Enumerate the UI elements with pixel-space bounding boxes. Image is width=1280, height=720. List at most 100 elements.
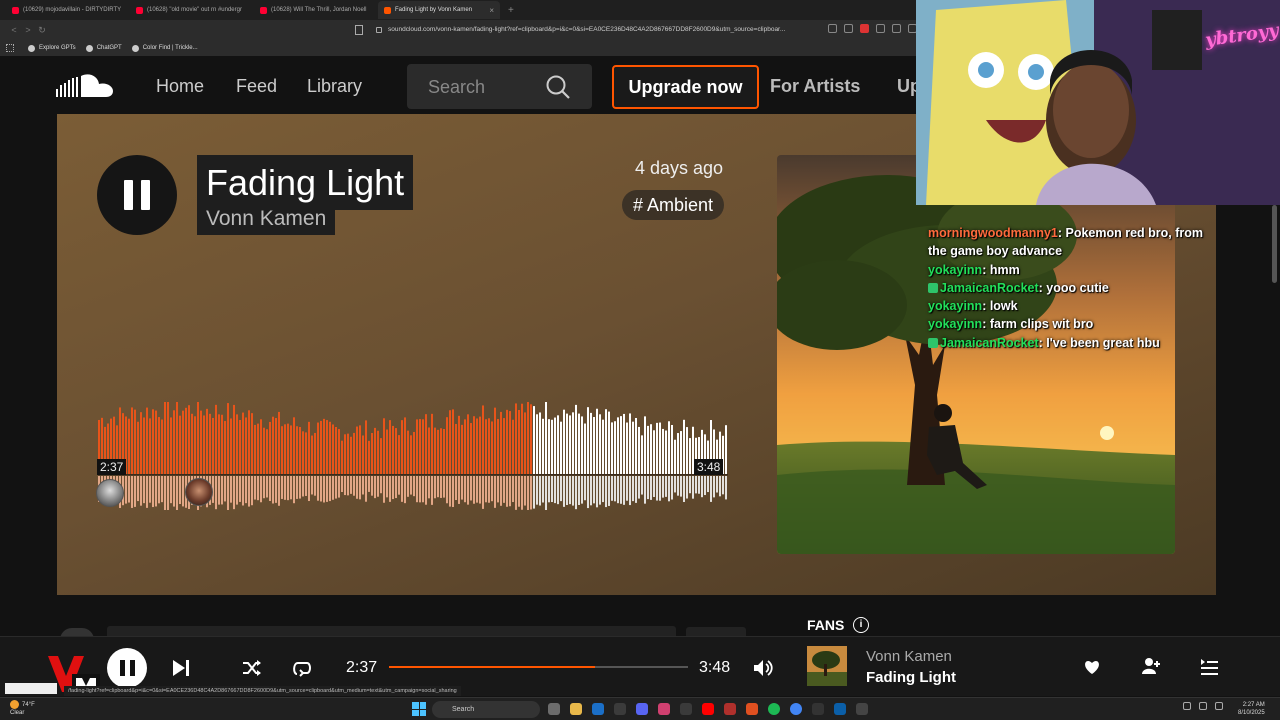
follow-icon[interactable]: [1141, 657, 1161, 675]
waveform-reflection-bar: [608, 476, 610, 506]
upgrade-button[interactable]: Upgrade now: [612, 65, 759, 109]
repeat-icon[interactable]: [291, 659, 313, 677]
player-artwork-thumb[interactable]: [807, 646, 847, 686]
youtube-app-icon[interactable]: [702, 703, 714, 715]
player-artist[interactable]: Vonn Kamen: [866, 648, 952, 665]
progress-bar[interactable]: [389, 666, 688, 668]
nav-feed[interactable]: Feed: [236, 76, 277, 97]
search-input[interactable]: Search: [407, 64, 592, 109]
chrome-icon[interactable]: [790, 703, 802, 715]
chat-badge-icon: [928, 337, 938, 348]
cast-icon[interactable]: [828, 24, 837, 33]
waveform-bar: [509, 411, 511, 474]
network-icon[interactable]: [1199, 702, 1207, 710]
browser-tab[interactable]: (10628) "old movie" out rn #undergr: [130, 1, 252, 19]
waveform-bar: [641, 435, 643, 474]
app-icon[interactable]: [812, 703, 824, 715]
bookmark-item[interactable]: Color Find | Trickle...: [131, 44, 198, 52]
player-pause-button[interactable]: [107, 648, 147, 688]
app-icon[interactable]: [746, 703, 758, 715]
browser-tab[interactable]: (10628) Will The Thrill, Jordan Noell: [254, 1, 376, 19]
volume-tray-icon[interactable]: [1215, 702, 1223, 710]
waveform-reflection-bar: [389, 476, 391, 502]
spotify-icon[interactable]: [768, 703, 780, 715]
extension-icon[interactable]: [860, 24, 869, 33]
waveform-reflection-bar: [146, 476, 148, 508]
forward-icon[interactable]: >: [22, 25, 34, 35]
soundcloud-logo[interactable]: [56, 72, 118, 100]
comment-avatar[interactable]: [185, 478, 213, 506]
waveform-reflection-bar: [575, 476, 577, 510]
waveform-reflection-bar: [602, 476, 604, 503]
for-artists-link[interactable]: For Artists: [770, 76, 860, 97]
weather-widget[interactable]: 74°F Clear: [10, 700, 35, 717]
windows-start-icon[interactable]: [412, 702, 426, 716]
queue-icon[interactable]: [1200, 658, 1218, 676]
genre-tag[interactable]: # Ambient: [622, 190, 725, 220]
app-icon[interactable]: [658, 703, 670, 715]
file-explorer-icon[interactable]: [570, 703, 582, 715]
browser-tab-active[interactable]: Fading Light by Vonn Kamen ×: [378, 1, 500, 19]
search-icon[interactable]: [545, 74, 571, 100]
share-icon[interactable]: [876, 24, 885, 33]
skip-next-icon[interactable]: [170, 657, 192, 679]
waveform-bar: [275, 418, 277, 474]
star-icon[interactable]: [892, 24, 901, 33]
volume-icon[interactable]: [752, 658, 774, 678]
waveform-bar: [680, 431, 682, 474]
close-tab-icon[interactable]: ×: [489, 6, 494, 15]
reload-icon[interactable]: ↻: [36, 25, 48, 36]
app-icon[interactable]: [680, 703, 692, 715]
shuffle-icon[interactable]: [241, 658, 263, 678]
page-scrollbar[interactable]: [1272, 205, 1277, 283]
app-icon[interactable]: [724, 703, 736, 715]
waveform-bar: [539, 412, 541, 474]
app-icon[interactable]: [614, 703, 626, 715]
tray-chevron-icon[interactable]: [1183, 702, 1191, 710]
like-icon[interactable]: [1083, 659, 1101, 675]
new-tab-icon[interactable]: +: [508, 5, 514, 16]
nav-library[interactable]: Library: [307, 76, 362, 97]
waveform-reflection-bar: [548, 476, 550, 503]
system-tray: [1183, 702, 1223, 710]
taskbar-clock[interactable]: 2:27 AM 8/10/2025: [1238, 701, 1265, 717]
apps-icon[interactable]: [6, 44, 14, 52]
info-icon[interactable]: i: [853, 617, 869, 633]
clock-date: 8/10/2025: [1238, 710, 1265, 716]
steam-icon[interactable]: [592, 703, 604, 715]
waveform-bar: [305, 432, 307, 474]
app-icon[interactable]: [856, 703, 868, 715]
browser-tab[interactable]: (10629) mojodavillain - DIRTYDIRTY: [6, 1, 128, 19]
photoshop-icon[interactable]: [834, 703, 846, 715]
waveform-reflection-bar: [485, 476, 487, 503]
waveform-bar: [635, 417, 637, 474]
site-info-icon[interactable]: [376, 26, 382, 33]
comment-avatar[interactable]: [96, 479, 124, 507]
address-bar[interactable]: soundcloud.com/vonn-kamen/fading-light?r…: [370, 22, 825, 37]
youtube-icon: [260, 6, 267, 14]
waveform-bar: [326, 420, 328, 474]
track-artist[interactable]: Vonn Kamen: [197, 203, 336, 235]
task-view-icon[interactable]: [548, 703, 560, 715]
hero-pause-button[interactable]: [97, 155, 177, 235]
bookmark-item[interactable]: ChatGPT: [85, 44, 122, 52]
waveform-bar: [200, 410, 202, 474]
zoom-icon[interactable]: [844, 24, 853, 33]
taskbar-search[interactable]: Search: [432, 701, 540, 718]
waveform-reflection-bar: [131, 476, 133, 508]
waveform-reflection-bar: [545, 476, 547, 510]
player-title[interactable]: Fading Light: [866, 669, 956, 686]
back-icon[interactable]: <: [8, 25, 20, 35]
comment-input[interactable]: [107, 626, 676, 636]
discord-icon[interactable]: [636, 703, 648, 715]
bookmark-icon[interactable]: [355, 25, 363, 35]
waveform-reflection-bar: [617, 476, 619, 504]
waveform-bar: [419, 419, 421, 474]
waveform-reflection-bar: [698, 476, 700, 494]
nav-home[interactable]: Home: [156, 76, 204, 97]
bookmark-item[interactable]: Explore GPTs: [28, 44, 76, 52]
waveform-reflection-bar: [392, 476, 394, 500]
sticky-note: [5, 683, 57, 694]
waveform-reflection-bar: [464, 476, 466, 503]
action-button[interactable]: [686, 627, 746, 636]
